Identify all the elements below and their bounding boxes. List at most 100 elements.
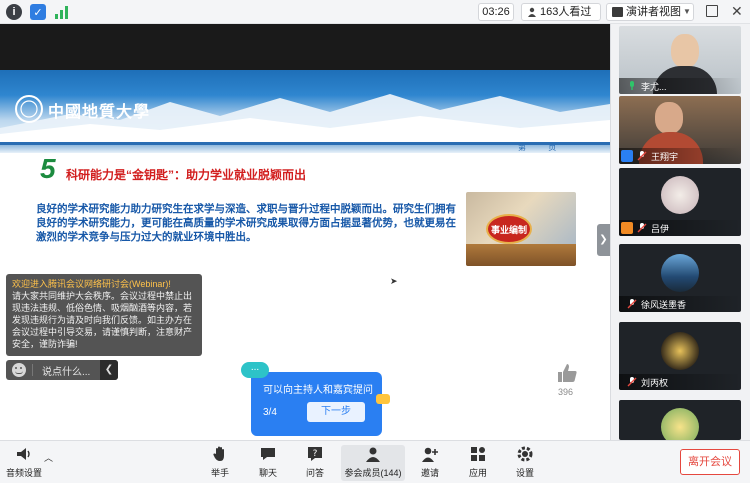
picture-caption: 事业编制 [490,225,527,235]
settings-label: 设置 [515,468,534,478]
chevron-left-icon[interactable]: ❮ [100,360,118,380]
hand-icon [213,446,224,461]
chat-label: 聊天 [258,468,277,478]
viewer-count-label: 163人看过 [540,6,592,18]
emoji-icon[interactable] [12,363,26,377]
participant-name: 王翔宇 [651,152,679,162]
video-tile[interactable]: 刘丙权 [619,322,741,390]
onboarding-tip: ... 可以向主持人和嘉宾提问 3/4 下一步 [241,362,390,436]
chevron-down-icon: ▼ [683,7,691,16]
chat-input-bar[interactable]: 说点什么... ❮ [6,360,118,380]
raise-hand-label: 举手 [210,468,229,478]
mic-muted-icon [637,223,647,233]
audio-settings-label: 音频设置 [5,468,42,478]
fullscreen-icon[interactable] [706,5,718,17]
participant-name: 李尤... [641,82,667,92]
collapse-panel-button[interactable]: ❯ [597,224,610,256]
number-badge: 5 [40,153,56,184]
tip-text: 可以向主持人和嘉宾提问 [263,385,373,396]
tip-step: 3/4 [263,407,277,418]
slide-title: 科研能力是“金钥匙”：助力学业就业脱颖而出 [66,168,307,182]
members-label: 参会成员(144) [344,468,402,478]
apps-button[interactable]: 应用 [458,445,498,481]
audio-settings-button[interactable]: 音频设置 [2,445,46,481]
speaker-view-select[interactable]: 演讲者视图 ▼ [606,3,694,21]
chevron-up-icon[interactable]: ︿ [44,451,53,464]
invite-button[interactable]: 邀请 [410,445,450,481]
avatar [661,254,699,292]
apps-icon [471,447,485,461]
video-tile[interactable] [619,400,741,440]
bubble-icon [376,394,390,404]
participant-name: 刘丙权 [641,378,669,388]
avatar [661,176,699,214]
thumbs-up-icon[interactable] [556,362,578,384]
next-step-button[interactable]: 下一步 [307,402,365,422]
info-icon[interactable]: i [6,4,22,20]
viewer-count[interactable]: 163人看过 [521,3,601,21]
mic-muted-icon [637,151,647,161]
notice-title: 欢迎进入腾讯会议网络研讨会(Webinar)! [12,279,171,289]
people-icon [528,7,536,17]
members-icon [366,447,380,462]
grid-icon [612,7,623,17]
leave-meeting-button[interactable]: 离开会议 [680,449,740,475]
participant-name: 徐风送墨香 [641,300,687,310]
members-button[interactable]: 参会成员(144) [341,445,405,481]
slide-body: 良好的学术研究能力助力研究生在求学与深造、求职与晋升过程中脱颖而出。研究生们拥有… [36,203,456,243]
chat-divider [32,364,33,376]
tile-name-bar: 徐风送墨香 [619,296,741,312]
avatar [661,332,699,370]
apps-label: 应用 [468,468,487,478]
qa-label: 问答 [305,468,324,478]
close-icon[interactable]: ✕ [731,3,743,19]
chat-input[interactable]: 说点什么... [42,363,90,378]
coins-stack [466,244,576,266]
university-seal [15,95,43,123]
slide-top-margin [0,24,610,70]
like-count: 396 [558,387,574,397]
avatar-icon [621,222,633,234]
slide-picture: 事业编制 [466,192,576,266]
university-name: 中國地質大學 [48,104,151,121]
participants-panel: 李尤... 王翔宇 吕伊 徐风送墨香 刘丙权 [610,24,750,440]
meeting-timer: 03:26 [478,3,514,21]
question-icon: ? [308,447,322,461]
slide-banner: 中國地質大學 [0,70,610,142]
page-label: 第 页 [518,143,567,152]
person-head [671,34,699,68]
person-head [655,102,683,134]
avatar-icon [621,150,633,162]
avatar [661,408,699,440]
welcome-notice: 欢迎进入腾讯会议网络研讨会(Webinar)! 请大家共同维护大会秩序。会议过程… [6,274,202,356]
mic-muted-icon [627,377,637,387]
gear-icon [517,446,533,462]
qa-button[interactable]: ? 问答 [295,445,335,481]
tile-name-bar: 刘丙权 [619,374,741,390]
video-tile[interactable]: 李尤... [619,26,741,94]
top-bar: i ✓ 03:26 163人看过 演讲者视图 ▼ ✕ [0,0,750,24]
notice-body: 请大家共同维护大会秩序。会议过程中禁止出现违法违规、低俗色情、吸烟酗酒等内容，若… [12,291,193,349]
speaker-view-label: 演讲者视图 [626,6,681,18]
participant-name: 吕伊 [651,224,670,234]
invite-label: 邀请 [420,468,439,478]
speaker-icon [17,448,30,460]
svg-text:?: ? [313,449,318,459]
shield-icon[interactable]: ✓ [30,4,46,20]
tile-name-bar: 吕伊 [619,220,741,236]
bottom-toolbar: 音频设置 ︿ 举手 聊天 ? 问答 参会成员(144) 邀请 应用 设置 [0,440,750,483]
chat-bubble-icon: ... [241,362,269,378]
invite-icon [422,447,438,462]
mic-icon [630,81,634,90]
tile-name-bar: 王翔宇 [619,148,741,164]
video-tile[interactable]: 吕伊 [619,168,741,236]
video-tile[interactable]: 王翔宇 [619,96,741,164]
tile-name-bar: 李尤... [619,78,741,94]
settings-button[interactable]: 设置 [505,445,545,481]
chat-button[interactable]: 聊天 [248,445,288,481]
mic-muted-icon [627,299,637,309]
chat-icon [261,448,275,460]
raise-hand-button[interactable]: 举手 [200,445,240,481]
signal-icon[interactable] [55,5,69,19]
video-tile[interactable]: 徐风送墨香 [619,244,741,312]
